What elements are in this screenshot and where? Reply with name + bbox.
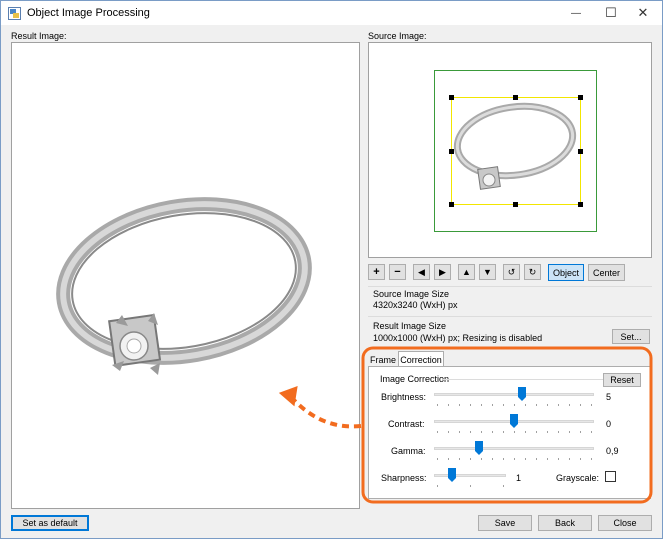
divider [368, 316, 652, 317]
resize-handle[interactable] [513, 95, 518, 100]
resize-handle[interactable] [578, 149, 583, 154]
center-button[interactable]: Center [588, 264, 625, 281]
plus-icon: + [373, 266, 380, 278]
save-button[interactable]: Save [478, 515, 532, 531]
move-left-button[interactable]: ◀ [413, 264, 430, 280]
window-title: Object Image Processing [27, 7, 150, 19]
title-bar: Object Image Processing — ☐ ✕ [1, 1, 662, 25]
selection-rectangle[interactable] [451, 97, 581, 205]
source-size-value: 4320x3240 (WxH) px [373, 300, 458, 310]
arrow-left-icon: ◀ [418, 266, 425, 277]
arrow-up-icon: ▲ [462, 267, 471, 277]
divider [368, 286, 652, 287]
source-size-label: Source Image Size [373, 289, 450, 299]
zoom-out-button[interactable]: − [389, 264, 406, 280]
rotate-right-icon: ↻ [528, 266, 537, 277]
zoom-in-button[interactable]: + [368, 264, 385, 280]
set-as-default-button[interactable]: Set as default [11, 515, 89, 531]
result-size-label: Result Image Size [373, 321, 447, 331]
source-image-label: Source Image: [368, 31, 427, 41]
move-down-button[interactable]: ▼ [479, 264, 496, 280]
resize-handle[interactable] [513, 202, 518, 207]
move-right-button[interactable]: ▶ [434, 264, 451, 280]
rotate-left-button[interactable]: ↺ [503, 264, 520, 280]
resize-handle[interactable] [449, 149, 454, 154]
maximize-icon: ☐ [605, 5, 617, 20]
close-window-button[interactable]: ✕ [623, 1, 663, 25]
resize-handle[interactable] [449, 202, 454, 207]
main-window: Object Image Processing — ☐ ✕ Result Ima… [0, 0, 663, 539]
rotate-right-button[interactable]: ↻ [524, 264, 541, 280]
resize-handle[interactable] [449, 95, 454, 100]
object-button[interactable]: Object [548, 264, 584, 281]
minimize-button[interactable]: — [556, 1, 596, 25]
close-icon: ✕ [637, 5, 649, 20]
minus-icon: − [394, 266, 401, 278]
close-button[interactable]: Close [598, 515, 652, 531]
resize-handle[interactable] [578, 95, 583, 100]
result-image-label: Result Image: [11, 31, 67, 41]
rotate-left-icon: ↺ [507, 266, 516, 277]
move-up-button[interactable]: ▲ [458, 264, 475, 280]
minimize-icon: — [571, 7, 581, 19]
arrow-right-icon: ▶ [439, 266, 446, 277]
back-button[interactable]: Back [538, 515, 592, 531]
arrow-down-icon: ▼ [483, 267, 492, 277]
resize-handle[interactable] [578, 202, 583, 207]
app-icon [8, 7, 21, 20]
source-image-view [368, 42, 652, 258]
annotation-overlay [278, 346, 653, 504]
